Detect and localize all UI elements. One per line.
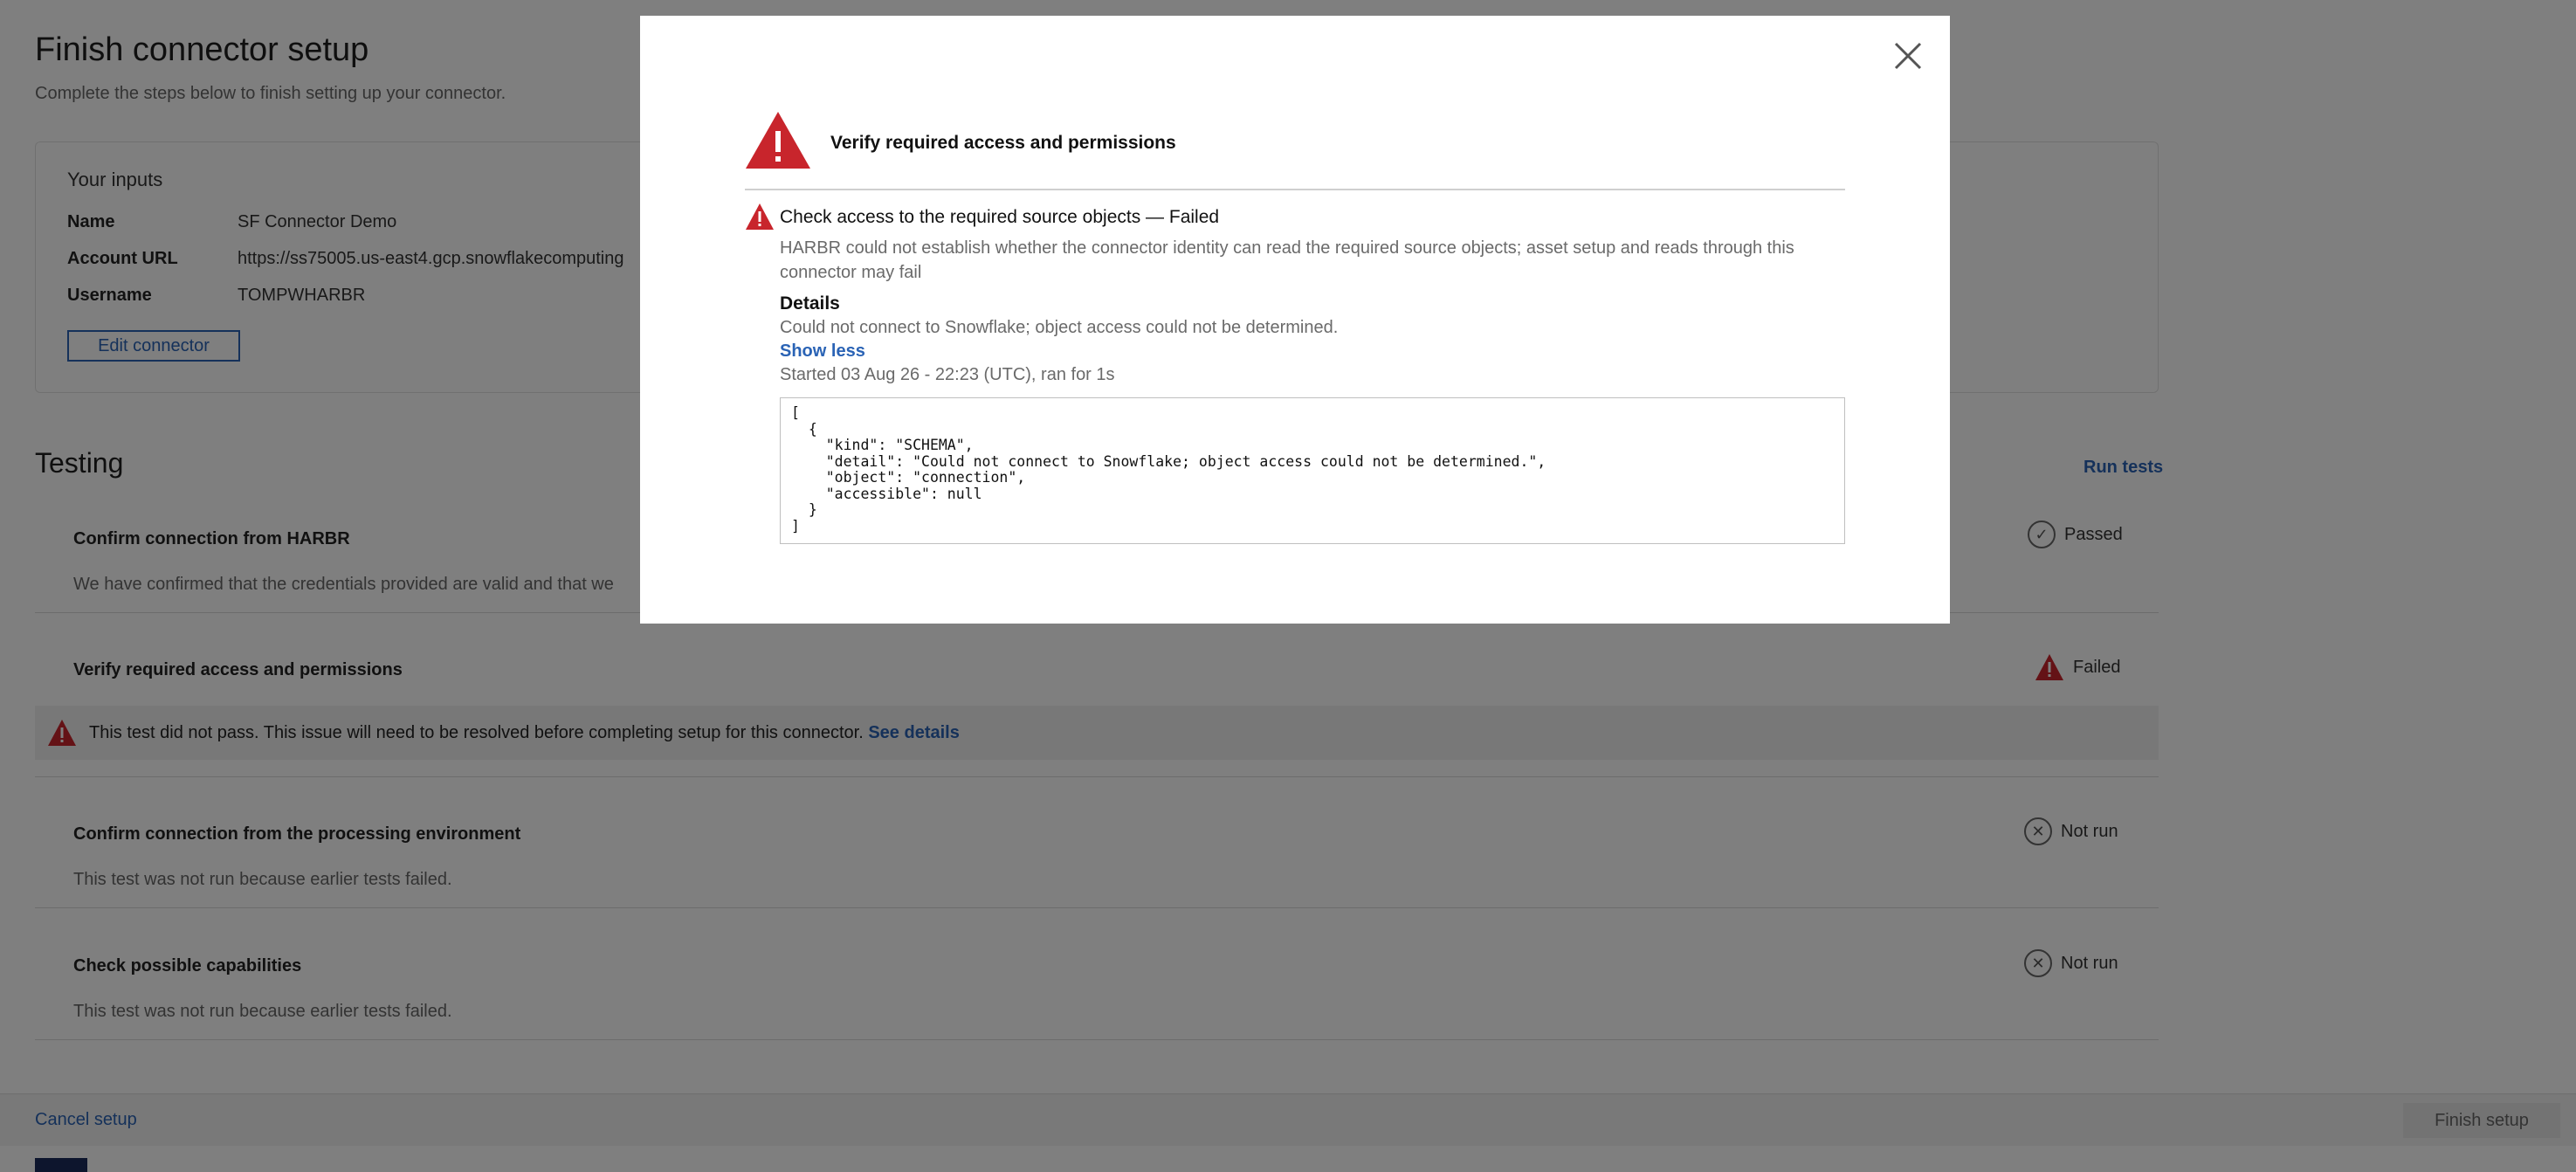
warning-icon xyxy=(746,112,810,169)
details-label: Details xyxy=(780,293,840,314)
warning-icon xyxy=(746,203,774,230)
modal-header: Verify required access and permissions xyxy=(745,94,1845,190)
modal-title: Verify required access and permissions xyxy=(830,133,1176,153)
close-icon[interactable] xyxy=(1891,38,1925,73)
check-title: Check access to the required source obje… xyxy=(780,207,1220,227)
check-description: HARBR could not establish whether the co… xyxy=(780,238,1794,282)
details-text: Could not connect to Snowflake; object a… xyxy=(780,318,1339,337)
started-timestamp: Started 03 Aug 26 - 22:23 (UTC), ran for… xyxy=(780,365,1115,384)
test-details-modal: Verify required access and permissions C… xyxy=(640,16,1950,624)
show-less-link[interactable]: Show less xyxy=(780,341,865,362)
result-code-block: [ { "kind": "SCHEMA", "detail": "Could n… xyxy=(780,397,1845,544)
